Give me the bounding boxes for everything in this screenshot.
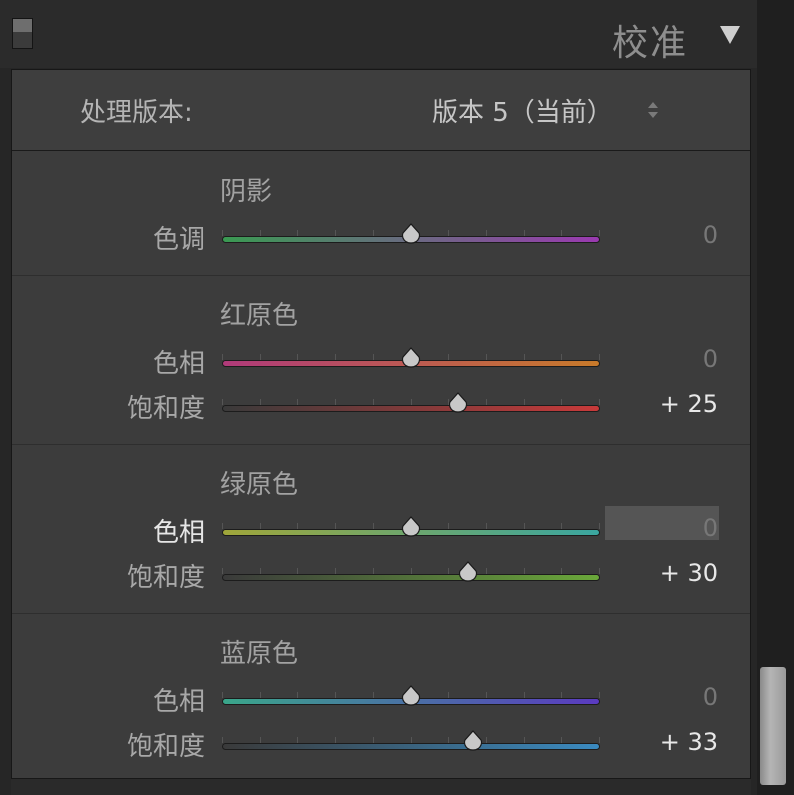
slider-track[interactable] [222,405,600,412]
section-title: 蓝原色 [220,639,299,669]
section-4: 蓝原色 色相 0 饱和度 + 33 [12,613,750,780]
slider-track[interactable] [222,743,600,750]
slider-row: 饱和度 + 33 [12,724,750,764]
slider-row: 色相 0 [12,506,750,550]
slider-thumb[interactable] [448,392,468,414]
slider-label: 色相 [152,349,205,379]
slider-thumb[interactable] [401,223,421,245]
slider-value[interactable]: + 30 [660,559,718,587]
slider-value[interactable]: + 25 [660,390,718,418]
slider-track[interactable] [222,574,600,581]
slider-row: 色相 0 [12,341,750,381]
updown-arrows-icon[interactable] [647,100,659,120]
scrollbar-thumb[interactable] [760,667,786,785]
slider-ticks [222,397,600,405]
section-title: 绿原色 [220,470,299,500]
slider-label: 色相 [152,687,205,717]
slider-value[interactable]: 0 [703,514,718,542]
slider-row: 色调 0 [12,217,750,257]
slider-thumb[interactable] [401,347,421,369]
section-2: 红原色 色相 0 饱和度 + 25 [12,275,750,445]
panel-bottom-edge [11,779,751,795]
process-version-label: 处理版本: [80,98,193,128]
section-3: 绿原色 色相 0 饱和度 + 30 [12,444,750,614]
section-1: 阴影 色调 0 [12,151,750,276]
slider-thumb[interactable] [458,561,478,583]
slider-row: 饱和度 + 30 [12,555,750,595]
section-title: 阴影 [220,177,273,207]
slider-value[interactable]: 0 [703,683,718,711]
slider-value[interactable]: + 33 [660,728,718,756]
triangle-down-icon[interactable] [720,26,740,44]
slider-thumb[interactable] [401,685,421,707]
slider-label: 饱和度 [126,394,205,424]
slider-thumb[interactable] [463,730,483,752]
panel-header[interactable]: 校准 [0,0,794,68]
slider-row: 色相 0 [12,679,750,719]
calibration-panel: 处理版本: 版本 5（当前） 阴影 色调 0 红原色 色相 0 饱和度 + 25 绿原色 色相 0 饱… [11,69,751,780]
slider-ticks [222,566,600,574]
slider-row: 饱和度 + 25 [12,386,750,426]
process-version-row: 处理版本: 版本 5（当前） [12,70,750,151]
slider-label: 饱和度 [126,563,205,593]
panel-title: 校准 [611,23,688,64]
process-version-select[interactable]: 版本 5（当前） [432,92,613,129]
slider-thumb[interactable] [401,516,421,538]
slider-label: 色相 [152,518,205,548]
section-title: 红原色 [220,301,299,331]
slider-value[interactable]: 0 [703,345,718,373]
slider-ticks [222,735,600,743]
slider-label: 饱和度 [126,732,205,762]
panel-switch-toggle[interactable] [12,18,33,49]
slider-label: 色调 [152,225,205,255]
slider-value[interactable]: 0 [703,221,718,249]
